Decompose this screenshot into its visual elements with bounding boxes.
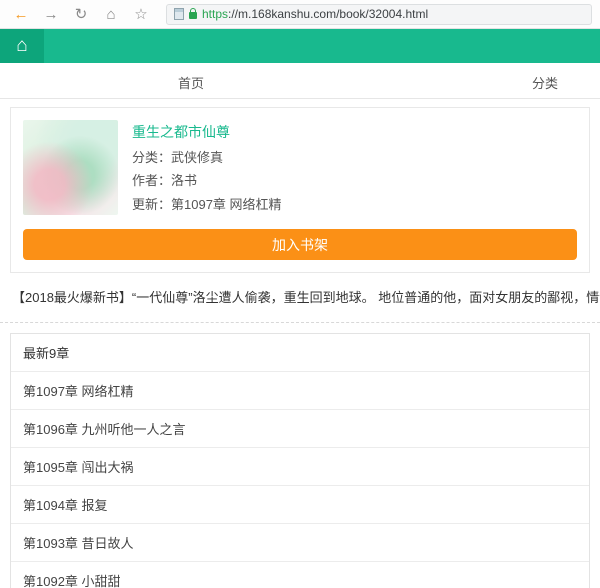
book-info: 重生之都市仙尊 分类：武侠修真 作者：洛书 更新：第1097章 网络杠精 xyxy=(132,120,282,215)
chapter-row[interactable]: 第1094章 报复 xyxy=(11,486,589,524)
url-scheme: https xyxy=(202,7,228,21)
chapter-row[interactable]: 第1096章 九州听他一人之言 xyxy=(11,410,589,448)
url-rest: ://m.168kanshu.com/book/32004.html xyxy=(228,7,428,21)
book-category: 分类：武侠修真 xyxy=(132,147,282,166)
bookmark-star-button[interactable]: ☆ xyxy=(128,3,154,25)
address-bar[interactable]: https://m.168kanshu.com/book/32004.html xyxy=(166,4,592,25)
chapter-list-box: 最新9章 第1097章 网络杠精第1096章 九州听他一人之言第1095章 闯出… xyxy=(10,333,590,588)
book-cover xyxy=(23,120,118,215)
book-title: 重生之都市仙尊 xyxy=(132,122,282,142)
lock-icon xyxy=(189,12,197,19)
chapter-row[interactable]: 第1095章 闯出大祸 xyxy=(11,448,589,486)
add-to-shelf-button[interactable]: 加入书架 xyxy=(23,229,577,260)
chapter-row[interactable]: 第1093章 昔日故人 xyxy=(11,524,589,562)
nav-item-home[interactable]: 首页 xyxy=(178,73,204,92)
forward-button[interactable]: → xyxy=(38,3,64,25)
url-text: https://m.168kanshu.com/book/32004.html xyxy=(202,7,428,21)
book-update[interactable]: 更新：第1097章 网络杠精 xyxy=(132,194,282,213)
site-home-button[interactable]: ⌂ xyxy=(0,29,44,63)
nav-item-category[interactable]: 分类 xyxy=(532,73,558,92)
browser-home-button[interactable]: ⌂ xyxy=(98,3,124,25)
book-card: 重生之都市仙尊 分类：武侠修真 作者：洛书 更新：第1097章 网络杠精 加入书… xyxy=(10,107,590,273)
back-button[interactable]: ← xyxy=(8,3,34,25)
book-description: 【2018最火爆新书】“一代仙尊”洛尘遭人偷袭，重生回到地球。 地位普通的他，面… xyxy=(0,273,600,323)
chapter-row[interactable]: 第1092章 小甜甜 xyxy=(11,562,589,588)
home-icon: ⌂ xyxy=(16,35,27,57)
chapter-list: 第1097章 网络杠精第1096章 九州听他一人之言第1095章 闯出大祸第10… xyxy=(11,372,589,588)
top-nav: 首页 分类 xyxy=(0,63,600,99)
site-info-icon[interactable] xyxy=(174,8,184,20)
site-header: ⌂ xyxy=(0,29,600,63)
book-author: 作者：洛书 xyxy=(132,170,282,189)
refresh-button[interactable]: ↻ xyxy=(68,3,94,25)
browser-toolbar: ← → ↻ ⌂ ☆ https://m.168kanshu.com/book/3… xyxy=(0,0,600,29)
chapter-row[interactable]: 第1097章 网络杠精 xyxy=(11,372,589,410)
chapter-list-header: 最新9章 xyxy=(11,334,589,372)
